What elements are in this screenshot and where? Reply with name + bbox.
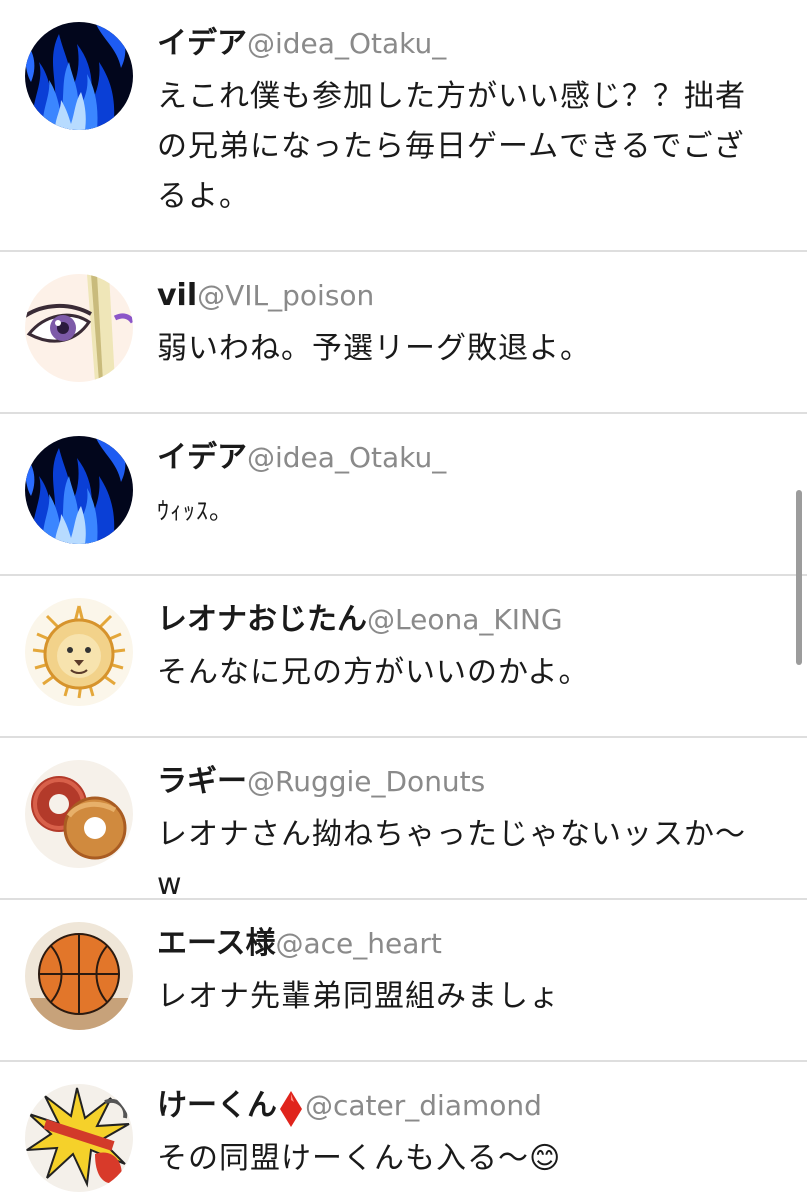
user-handle[interactable]: @idea_Otaku_	[247, 27, 446, 60]
post-text: そんなに兄の方がいいのかよ。	[157, 655, 590, 690]
display-name[interactable]: イデア	[157, 440, 247, 475]
post-text: 弱いわね。予選リーグ敗退よ。	[157, 331, 591, 366]
post-text: ｳｨｯｽ。	[157, 497, 234, 525]
display-name[interactable]: ラギー	[157, 764, 247, 799]
list-item[interactable]: けーくん @cater_diamond その同盟けーくんも入る〜😊	[0, 1062, 807, 1200]
display-name[interactable]: けーくん	[157, 1088, 277, 1123]
basketball-icon	[25, 922, 133, 1030]
user-handle[interactable]: @ace_heart	[276, 927, 442, 960]
post-header: けーくん @cater_diamond	[157, 1084, 542, 1128]
display-name[interactable]: vil	[157, 278, 197, 313]
post-header: イデア@idea_Otaku_	[157, 436, 446, 480]
user-handle[interactable]: @VIL_poison	[197, 279, 374, 312]
list-item[interactable]: vil@VIL_poison 弱いわね。予選リーグ敗退よ。	[0, 252, 807, 414]
user-handle[interactable]: @idea_Otaku_	[247, 441, 446, 474]
post-header: エース様@ace_heart	[157, 922, 442, 966]
comic-avatar[interactable]	[25, 1084, 133, 1192]
post-header: ラギー@Ruggie_Donuts	[157, 760, 485, 804]
lion-drawing-icon	[25, 598, 133, 706]
blue-flame-avatar[interactable]	[25, 22, 133, 130]
reply-list: イデア@idea_Otaku_ えこれ僕も参加した方がいい感じ？？拙者の兄弟にな…	[0, 0, 807, 1200]
blue-flame-icon	[25, 436, 133, 544]
post-text: その同盟けーくんも入る〜😊	[157, 1141, 562, 1176]
comic-icon	[25, 1084, 133, 1192]
donuts-avatar[interactable]	[25, 760, 133, 868]
post-text: レオナ先輩弟同盟組みましょ	[157, 979, 560, 1014]
user-handle[interactable]: @cater_diamond	[305, 1089, 542, 1122]
display-name[interactable]: イデア	[157, 26, 247, 61]
list-item[interactable]: イデア@idea_Otaku_ ｳｨｯｽ。	[0, 414, 807, 576]
display-name[interactable]: エース様	[157, 926, 276, 961]
basketball-avatar[interactable]	[25, 922, 133, 1030]
scrollbar[interactable]	[796, 490, 802, 665]
list-item[interactable]: エース様@ace_heart レオナ先輩弟同盟組みましょ	[0, 900, 807, 1062]
blue-flame-avatar[interactable]	[25, 436, 133, 544]
red-diamond-icon	[280, 1090, 302, 1127]
display-name[interactable]: レオナおじたん	[157, 602, 367, 637]
donuts-icon	[25, 760, 133, 868]
user-handle[interactable]: @Leona_KING	[367, 603, 563, 636]
list-item[interactable]: イデア@idea_Otaku_ えこれ僕も参加した方がいい感じ？？拙者の兄弟にな…	[0, 0, 807, 252]
post-header: イデア@idea_Otaku_	[157, 22, 446, 66]
post-text: えこれ僕も参加した方がいい感じ？？拙者の兄弟になったら毎日ゲームできるでござるよ…	[157, 79, 746, 214]
post-header: レオナおじたん@Leona_KING	[157, 598, 563, 642]
lion-drawing-avatar[interactable]	[25, 598, 133, 706]
list-item[interactable]: レオナおじたん@Leona_KING そんなに兄の方がいいのかよ。	[0, 576, 807, 738]
post-header: vil@VIL_poison	[157, 274, 374, 318]
list-item[interactable]: ラギー@Ruggie_Donuts レオナさん拗ねちゃったじゃないッスか〜w	[0, 738, 807, 902]
user-handle[interactable]: @Ruggie_Donuts	[247, 765, 485, 798]
blue-flame-icon	[25, 22, 133, 130]
post-text: レオナさん拗ねちゃったじゃないッスか〜w	[157, 817, 746, 902]
purple-eye-icon	[25, 274, 133, 382]
purple-eye-avatar[interactable]	[25, 274, 133, 382]
